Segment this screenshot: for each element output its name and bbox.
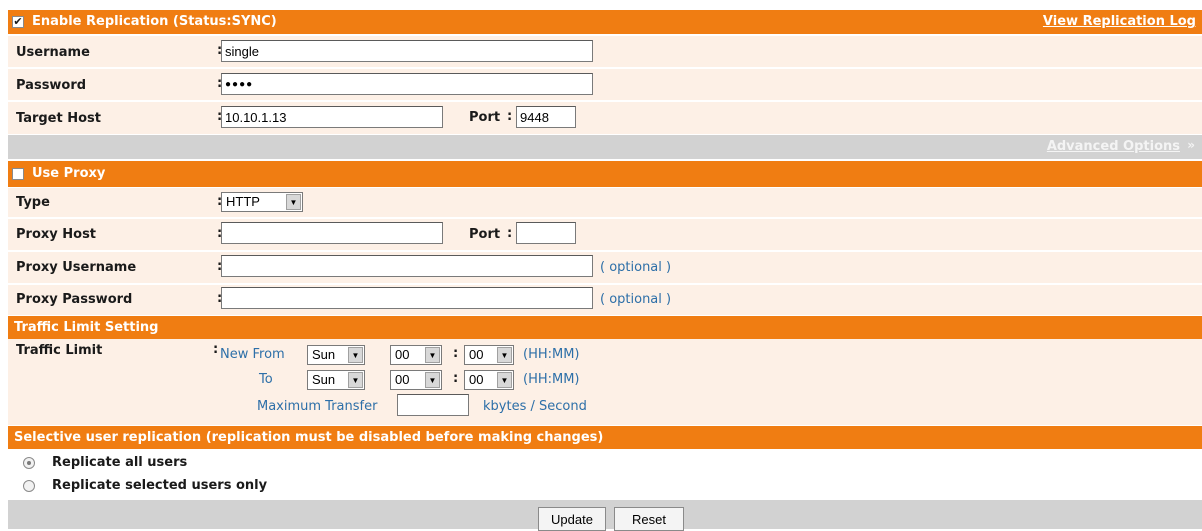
password-input[interactable] (221, 73, 593, 95)
replicate-selected-label: Replicate selected users only (52, 478, 268, 493)
username-row: Username : (8, 36, 1202, 68)
enable-replication-checkbox[interactable]: ✔ (12, 16, 24, 28)
max-transfer-label: Maximum Transfer (257, 399, 378, 414)
username-label: Username (16, 45, 90, 60)
max-transfer-input[interactable] (397, 394, 469, 416)
traffic-limit-header: Traffic Limit Setting (8, 316, 1202, 339)
proxy-password-input[interactable] (221, 287, 593, 309)
replication-settings-panel: ✔ Enable Replication (Status:SYNC) View … (0, 0, 1202, 531)
to-label: To (259, 372, 273, 387)
from-hour-select[interactable]: 00 ▼ (390, 345, 442, 365)
from-minute-value: 00 (469, 347, 484, 362)
proxy-host-input[interactable] (221, 222, 443, 244)
colon: : (507, 226, 513, 241)
proxy-password-optional-note: ( optional ) (600, 292, 672, 307)
to-hour-value: 00 (395, 372, 410, 387)
password-label: Password (16, 78, 87, 93)
from-day-select[interactable]: Sun ▼ (307, 345, 365, 365)
proxy-password-label: Proxy Password (16, 292, 133, 307)
proxy-port-input[interactable] (516, 222, 576, 244)
chevron-down-icon: ▼ (348, 372, 363, 388)
replicate-all-label: Replicate all users (52, 455, 188, 470)
selective-replication-header: Selective user replication (replication … (8, 426, 1202, 449)
proxy-host-row: Proxy Host : Port : (8, 219, 1202, 251)
transfer-unit-label: kbytes / Second (483, 399, 587, 414)
enable-replication-label: Enable Replication (Status:SYNC) (32, 14, 277, 29)
new-from-label: New From (220, 347, 285, 362)
colon: : (213, 342, 219, 357)
colon: : (453, 371, 459, 386)
proxy-username-row: Proxy Username : ( optional ) (8, 252, 1202, 284)
proxy-port-label: Port (469, 227, 501, 242)
chevron-down-icon: ▼ (497, 372, 512, 388)
from-hour-value: 00 (395, 347, 410, 362)
update-button[interactable]: Update (538, 507, 606, 531)
selective-replication-options: Replicate all users Replicate selected u… (8, 449, 1202, 499)
from-minute-select[interactable]: 00 ▼ (464, 345, 514, 365)
target-port-input[interactable] (516, 106, 576, 128)
traffic-limit-label: Traffic Limit (16, 343, 103, 358)
target-host-input[interactable] (221, 106, 443, 128)
target-host-row: Target Host : Port : (8, 102, 1202, 134)
use-proxy-checkbox[interactable] (12, 168, 24, 180)
proxy-type-select[interactable]: HTTP ▼ (221, 192, 303, 212)
to-day-select[interactable]: Sun ▼ (307, 370, 365, 390)
advanced-options-link[interactable]: Advanced Options (1047, 139, 1180, 154)
enable-replication-header: ✔ Enable Replication (Status:SYNC) View … (8, 10, 1202, 34)
target-host-label: Target Host (16, 111, 102, 126)
radio-selected-dot (27, 461, 31, 465)
to-minute-select[interactable]: 00 ▼ (464, 370, 514, 390)
replicate-selected-radio[interactable] (23, 480, 35, 492)
selective-replication-title: Selective user replication (replication … (14, 430, 604, 445)
to-time-format: (HH:MM) (523, 372, 580, 387)
from-day-value: Sun (312, 347, 336, 362)
proxy-username-input[interactable] (221, 255, 593, 277)
reset-button[interactable]: Reset (614, 507, 684, 531)
use-proxy-label: Use Proxy (32, 166, 106, 181)
use-proxy-header: Use Proxy (8, 161, 1202, 187)
chevron-down-icon: ▼ (425, 347, 440, 363)
to-day-value: Sun (312, 372, 336, 387)
double-chevron-up-icon[interactable]: » (1187, 138, 1195, 152)
proxy-type-value: HTTP (226, 194, 260, 209)
advanced-options-bar: Advanced Options » (8, 135, 1202, 159)
chevron-down-icon: ▼ (425, 372, 440, 388)
traffic-limit-section-title: Traffic Limit Setting (14, 320, 159, 335)
colon: : (453, 346, 459, 361)
proxy-type-row: Type : HTTP ▼ (8, 188, 1202, 218)
password-row: Password : (8, 69, 1202, 101)
to-minute-value: 00 (469, 372, 484, 387)
proxy-host-label: Proxy Host (16, 227, 97, 242)
action-bar: Update Reset (8, 500, 1202, 531)
chevron-down-icon: ▼ (286, 194, 301, 210)
traffic-limit-row: Traffic Limit : New From Sun ▼ 00 ▼ : 00… (8, 339, 1202, 425)
replicate-all-radio[interactable] (23, 457, 35, 469)
proxy-password-row: Proxy Password : ( optional ) (8, 285, 1202, 315)
target-port-label: Port (469, 110, 501, 125)
proxy-username-label: Proxy Username (16, 260, 137, 275)
chevron-down-icon: ▼ (348, 347, 363, 363)
view-replication-log-link[interactable]: View Replication Log (1043, 14, 1196, 29)
to-hour-select[interactable]: 00 ▼ (390, 370, 442, 390)
chevron-down-icon: ▼ (497, 347, 512, 363)
from-time-format: (HH:MM) (523, 347, 580, 362)
username-input[interactable] (221, 40, 593, 62)
colon: : (507, 109, 513, 124)
proxy-username-optional-note: ( optional ) (600, 260, 672, 275)
proxy-type-label: Type (16, 195, 50, 210)
